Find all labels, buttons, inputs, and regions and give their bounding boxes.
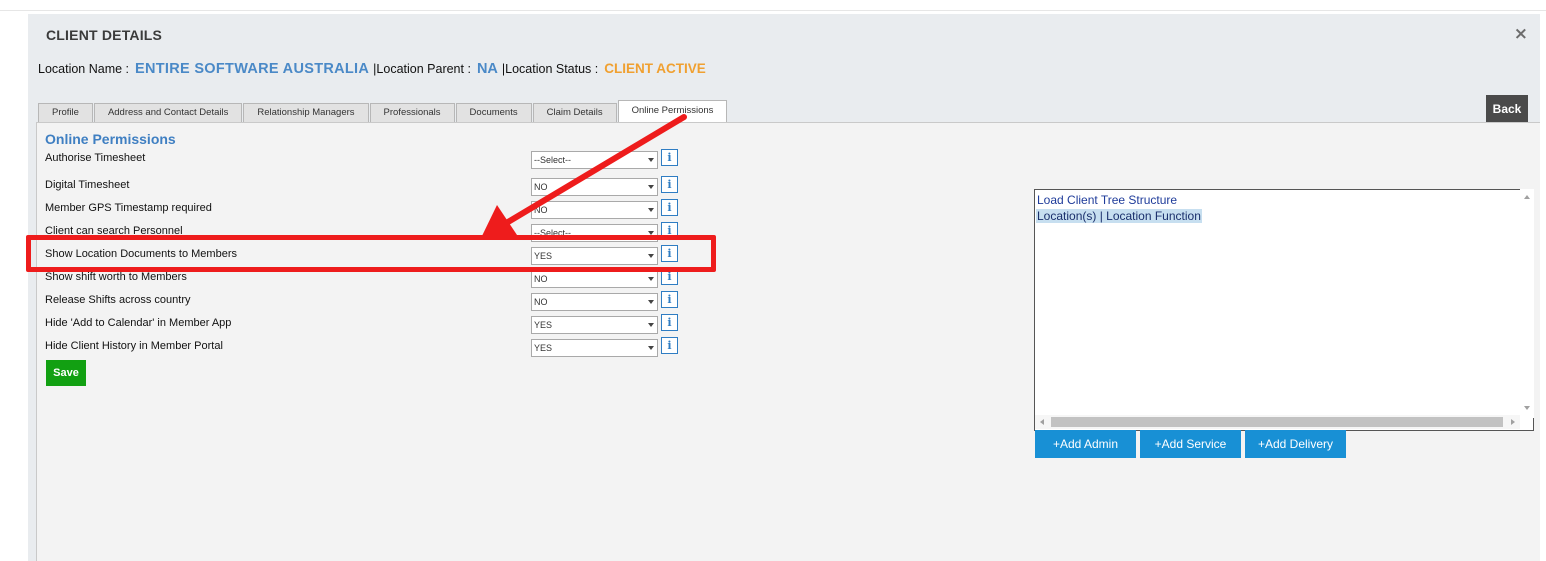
add-admin-button[interactable]: +Add Admin	[1035, 430, 1136, 458]
permission-row: Authorise Timesheet --Select-- i	[45, 149, 685, 169]
tab-profile[interactable]: Profile	[38, 103, 93, 122]
client-tree-panel: Load Client Tree Structure Location(s) |…	[1034, 189, 1534, 431]
back-button[interactable]: Back	[1486, 95, 1528, 122]
select-value: YES	[534, 343, 553, 353]
info-icon[interactable]: i	[661, 176, 678, 193]
select-value: NO	[534, 205, 548, 215]
chevron-down-icon	[648, 158, 654, 162]
permission-row: Digital Timesheet NO i	[45, 176, 685, 196]
permission-label: Show shift worth to Members	[45, 271, 187, 283]
scroll-down-icon[interactable]	[1524, 406, 1530, 410]
tree-node[interactable]: Location(s) | Location Function	[1036, 209, 1202, 223]
permission-row: Show shift worth to Members NO i	[45, 268, 685, 288]
client-search-personnel-select[interactable]: --Select--	[531, 224, 658, 242]
select-value: NO	[534, 297, 548, 307]
vertical-scrollbar[interactable]	[1520, 189, 1534, 418]
permission-label: Client can search Personnel	[45, 225, 183, 237]
top-divider	[0, 10, 1546, 11]
select-value: YES	[534, 320, 553, 330]
select-value: --Select--	[534, 228, 572, 238]
location-parent-label: |Location Parent :	[373, 62, 471, 76]
location-status-label: |Location Status :	[501, 62, 599, 76]
close-icon[interactable]: ×	[1514, 24, 1528, 44]
chevron-down-icon	[648, 346, 654, 350]
chevron-down-icon	[648, 231, 654, 235]
scroll-left-icon[interactable]	[1040, 419, 1044, 425]
gps-timestamp-select[interactable]: NO	[531, 201, 658, 219]
add-service-button[interactable]: +Add Service	[1140, 430, 1241, 458]
permission-label: Authorise Timesheet	[45, 152, 146, 164]
tab-address-and-contact-details[interactable]: Address and Contact Details	[93, 103, 243, 122]
info-icon[interactable]: i	[661, 149, 678, 166]
select-value: YES	[534, 251, 553, 261]
permission-label: Member GPS Timestamp required	[45, 202, 212, 214]
permission-row: Hide 'Add to Calendar' in Member App YES…	[45, 314, 685, 334]
select-value: NO	[534, 274, 548, 284]
chevron-down-icon	[648, 300, 654, 304]
online-permissions-content: Online Permissions Authorise Timesheet -…	[36, 122, 1540, 561]
chevron-down-icon	[648, 185, 654, 189]
location-name-value: ENTIRE SOFTWARE AUSTRALIA	[135, 61, 370, 77]
chevron-down-icon	[648, 254, 654, 258]
permission-label: Release Shifts across country	[45, 294, 191, 306]
tab-relationship-managers[interactable]: Relationship Managers	[243, 103, 369, 122]
location-parent-value: NA	[476, 61, 498, 77]
digital-timesheet-select[interactable]: NO	[531, 178, 658, 196]
location-name-label: Location Name :	[38, 62, 130, 76]
horizontal-scrollbar[interactable]	[1035, 415, 1520, 429]
tab-documents[interactable]: Documents	[455, 103, 532, 122]
section-title: Online Permissions	[45, 131, 176, 147]
add-buttons-group: +Add Admin +Add Service +Add Delivery	[1035, 430, 1350, 458]
add-delivery-button[interactable]: +Add Delivery	[1245, 430, 1346, 458]
info-icon[interactable]: i	[661, 222, 678, 239]
tab-professionals[interactable]: Professionals	[369, 103, 455, 122]
scroll-right-icon[interactable]	[1511, 419, 1515, 425]
authorise-timesheet-select[interactable]: --Select--	[531, 151, 658, 169]
hide-add-to-calendar-select[interactable]: YES	[531, 316, 658, 334]
permission-row: Release Shifts across country NO i	[45, 291, 685, 311]
info-icon[interactable]: i	[661, 314, 678, 331]
permission-label: Digital Timesheet	[45, 179, 130, 191]
info-icon[interactable]: i	[661, 337, 678, 354]
location-info-line: Location Name : ENTIRE SOFTWARE AUSTRALIA…	[38, 61, 706, 77]
hide-client-history-select[interactable]: YES	[531, 339, 658, 357]
client-details-panel: CLIENT DETAILS × Location Name : ENTIRE S…	[28, 14, 1540, 561]
permission-row: Member GPS Timestamp required NO i	[45, 199, 685, 219]
release-shifts-select[interactable]: NO	[531, 293, 658, 311]
tab-claim-details[interactable]: Claim Details	[532, 103, 617, 122]
tab-online-permissions[interactable]: Online Permissions	[617, 100, 728, 122]
dialog-title: CLIENT DETAILS	[46, 27, 163, 43]
scroll-up-icon[interactable]	[1524, 195, 1530, 199]
show-shift-worth-select[interactable]: NO	[531, 270, 658, 288]
permission-label: Hide 'Add to Calendar' in Member App	[45, 317, 232, 329]
info-icon[interactable]: i	[661, 199, 678, 216]
permission-row: Hide Client History in Member Portal YES…	[45, 337, 685, 357]
scrollbar-thumb[interactable]	[1051, 417, 1503, 427]
chevron-down-icon	[648, 323, 654, 327]
chevron-down-icon	[648, 208, 654, 212]
save-button[interactable]: Save	[46, 360, 86, 386]
permission-row: Client can search Personnel --Select-- i	[45, 222, 685, 242]
show-location-documents-select[interactable]: YES	[531, 247, 658, 265]
permission-label: Show Location Documents to Members	[45, 248, 237, 260]
permission-row-highlighted: Show Location Documents to Members YES i	[45, 245, 685, 265]
location-status-value: CLIENT ACTIVE	[604, 61, 706, 76]
select-value: --Select--	[534, 155, 572, 165]
permission-label: Hide Client History in Member Portal	[45, 340, 223, 352]
chevron-down-icon	[648, 277, 654, 281]
info-icon[interactable]: i	[661, 268, 678, 285]
info-icon[interactable]: i	[661, 245, 678, 262]
tab-bar: Profile Address and Contact Details Rela…	[38, 100, 728, 122]
load-client-tree-link[interactable]: Load Client Tree Structure	[1037, 193, 1177, 207]
select-value: NO	[534, 182, 548, 192]
info-icon[interactable]: i	[661, 291, 678, 308]
